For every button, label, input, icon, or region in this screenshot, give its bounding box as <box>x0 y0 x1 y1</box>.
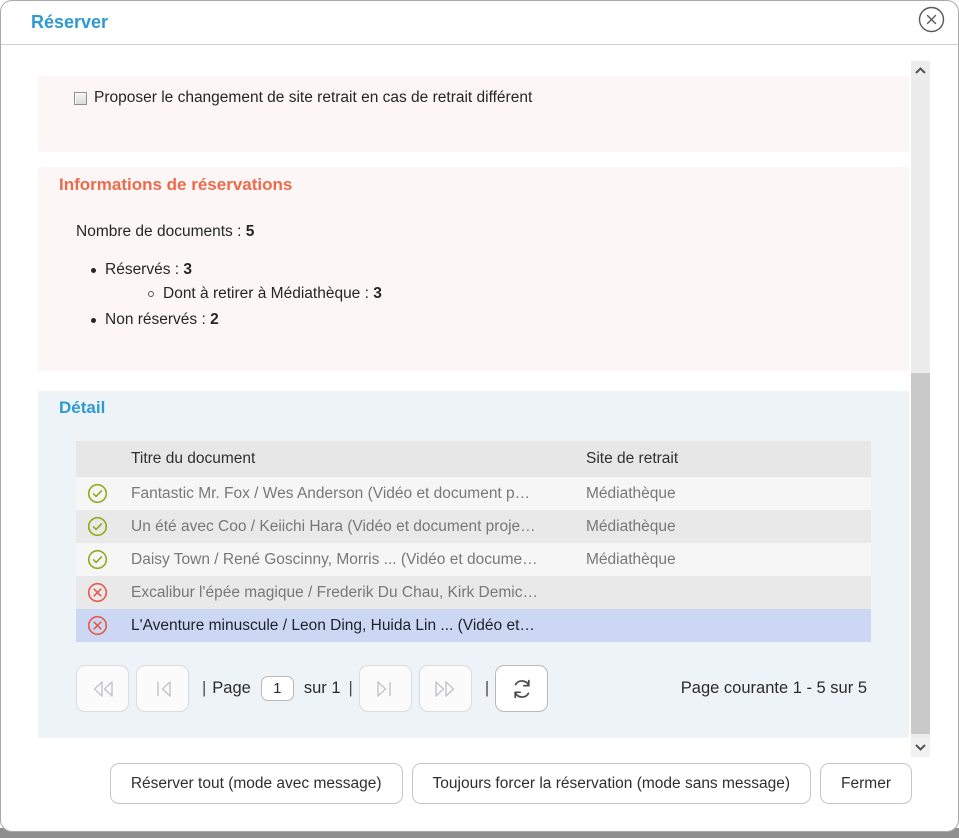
last-page-icon <box>432 679 458 699</box>
dialog-title: Réserver <box>31 12 108 33</box>
checkbox-label: Proposer le changement de site retrait e… <box>94 89 532 107</box>
force-reservation-button[interactable]: Toujours forcer la réservation (mode san… <box>412 763 812 804</box>
not-reserved-x-icon <box>87 615 108 636</box>
page-label: Page <box>212 679 251 698</box>
prev-page-icon <box>152 679 174 699</box>
table-header-row: Titre du document Site de retrait <box>76 441 871 477</box>
dialog-header: Réserver <box>1 1 958 45</box>
reservation-breakdown-list: Réservés : 3 Dont à retirer à Médiathèqu… <box>59 261 889 329</box>
close-button[interactable] <box>918 6 945 33</box>
table-row[interactable]: Daisy Town / René Goscinny, Morris ... (… <box>76 543 871 576</box>
not-reserved-count-item: Non réservés : 2 <box>91 311 889 329</box>
refresh-button[interactable] <box>495 665 548 712</box>
pagination-separator: | <box>485 679 489 698</box>
document-count-value: 5 <box>246 223 255 240</box>
detail-section: Détail Titre du document Site de retrait… <box>38 391 909 738</box>
pagination-separator: | <box>202 679 206 698</box>
bullet-icon <box>91 268 96 273</box>
pagination-bar: | Page sur 1 | | <box>76 665 871 712</box>
close-dialog-button[interactable]: Fermer <box>820 763 912 804</box>
refresh-icon <box>510 677 534 701</box>
document-title-cell: L'Aventure minuscule / Leon Ding, Huida … <box>131 617 586 635</box>
not-reserved-x-icon <box>87 582 108 603</box>
reserved-check-icon <box>87 549 108 570</box>
next-page-icon <box>374 679 396 699</box>
page-number-input[interactable] <box>261 676 294 701</box>
info-section-heading: Informations de réservations <box>59 175 889 195</box>
reserve-all-button[interactable]: Réserver tout (mode avec message) <box>110 763 403 804</box>
prev-page-button[interactable] <box>136 665 189 712</box>
close-icon <box>918 6 945 33</box>
document-title-cell: Un été avec Coo / Keiichi Hara (Vidéo et… <box>131 518 586 536</box>
propose-site-change-option[interactable]: Proposer le changement de site retrait e… <box>74 89 889 107</box>
table-row[interactable]: Fantastic Mr. Fox / Wes Anderson (Vidéo … <box>76 477 871 510</box>
pickup-site-cell: Médiathèque <box>586 485 871 503</box>
scroll-down-arrow-icon[interactable] <box>911 738 930 757</box>
first-page-button[interactable] <box>76 665 129 712</box>
dialog-footer: Réserver tout (mode avec message) Toujou… <box>1 763 912 804</box>
column-header-title: Titre du document <box>131 450 586 468</box>
documents-table: Titre du document Site de retrait Fantas… <box>76 441 871 642</box>
document-title-cell: Daisy Town / René Goscinny, Morris ... (… <box>131 551 586 569</box>
bullet-icon <box>91 318 96 323</box>
table-row[interactable]: Un été avec Coo / Keiichi Hara (Vidéo et… <box>76 510 871 543</box>
sub-bullet-icon <box>148 291 154 297</box>
page-of-label: sur 1 <box>304 679 341 698</box>
detail-section-heading: Détail <box>59 398 909 418</box>
table-row[interactable]: Excalibur l'épée magique / Frederik Du C… <box>76 576 871 609</box>
document-title-cell: Excalibur l'épée magique / Frederik Du C… <box>131 584 586 602</box>
scroll-up-arrow-icon[interactable] <box>911 61 930 80</box>
pickup-site-count-item: Dont à retirer à Médiathèque : 3 <box>148 285 889 303</box>
next-page-button[interactable] <box>359 665 412 712</box>
pagination-separator: | <box>349 679 353 698</box>
reservation-info-section: Informations de réservations Nombre de d… <box>38 167 909 371</box>
options-section: Proposer le changement de site retrait e… <box>38 76 909 152</box>
reserve-dialog: Réserver Proposer le changement de site … <box>0 0 959 832</box>
dialog-scroll-area: Proposer le changement de site retrait e… <box>1 46 958 757</box>
pickup-site-cell: Médiathèque <box>586 551 871 569</box>
table-row[interactable]: L'Aventure minuscule / Leon Ding, Huida … <box>76 609 871 642</box>
document-count-label: Nombre de documents : <box>76 223 241 240</box>
last-page-button[interactable] <box>419 665 472 712</box>
reserved-count-item: Réservés : 3 <box>91 261 889 279</box>
column-header-site: Site de retrait <box>586 450 871 468</box>
pickup-site-cell: Médiathèque <box>586 518 871 536</box>
document-title-cell: Fantastic Mr. Fox / Wes Anderson (Vidéo … <box>131 485 586 503</box>
reserved-check-icon <box>87 516 108 537</box>
first-page-icon <box>90 679 116 699</box>
scrollbar-thumb[interactable] <box>911 373 930 734</box>
checkbox-unchecked-icon[interactable] <box>74 92 87 105</box>
document-count: Nombre de documents : 5 <box>76 223 889 241</box>
table-body: Fantastic Mr. Fox / Wes Anderson (Vidéo … <box>76 477 871 642</box>
page-range-summary: Page courante 1 - 5 sur 5 <box>681 679 871 698</box>
reserved-check-icon <box>87 483 108 504</box>
vertical-scrollbar[interactable] <box>911 61 930 757</box>
